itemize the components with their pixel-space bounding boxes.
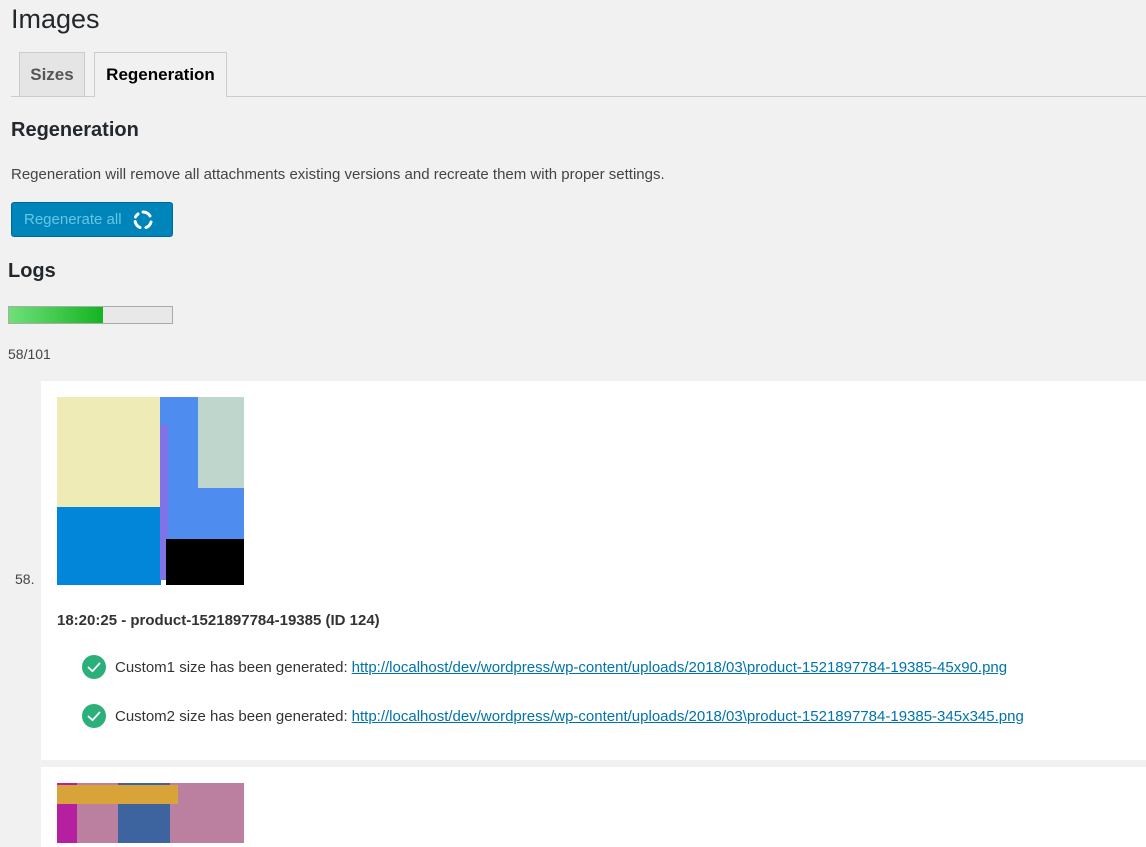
log-line: Custom1 size has been generated: http://… xyxy=(82,655,1007,679)
check-circle-icon xyxy=(82,704,106,728)
spinner-icon xyxy=(133,209,153,229)
generated-file-link[interactable]: http://localhost/dev/wordpress/wp-conten… xyxy=(352,659,1007,676)
log-entry: 58. 18:20:25 - product-1521897784-19385 … xyxy=(15,381,1146,760)
tab-regeneration[interactable]: Regeneration xyxy=(94,52,227,97)
regeneration-heading: Regeneration xyxy=(11,119,139,141)
log-line-text: Custom1 size has been generated: xyxy=(115,658,348,676)
progress-counter: 58/101 xyxy=(8,346,51,362)
tab-sizes[interactable]: Sizes xyxy=(19,52,85,96)
page-title: Images xyxy=(11,4,100,34)
log-entry xyxy=(41,767,1146,847)
tab-bar: Sizes Regeneration xyxy=(11,52,1146,97)
product-thumbnail[interactable] xyxy=(57,397,244,585)
product-thumbnail[interactable] xyxy=(57,783,244,843)
log-line: Custom2 size has been generated: http://… xyxy=(82,704,1024,728)
progress-fill xyxy=(9,307,103,323)
generated-file-link[interactable]: http://localhost/dev/wordpress/wp-conten… xyxy=(352,708,1024,725)
log-line-text: Custom2 size has been generated: xyxy=(115,707,348,725)
regeneration-description: Regeneration will remove all attachments… xyxy=(11,166,665,183)
entry-heading: 18:20:25 - product-1521897784-19385 (ID … xyxy=(57,612,380,629)
regenerate-all-button[interactable]: Regenerate all xyxy=(11,202,173,237)
progress-bar xyxy=(8,306,173,324)
logs-heading: Logs xyxy=(8,260,56,282)
check-circle-icon xyxy=(82,655,106,679)
regenerate-all-label: Regenerate all xyxy=(24,211,122,228)
entry-number: 58. xyxy=(15,571,35,587)
